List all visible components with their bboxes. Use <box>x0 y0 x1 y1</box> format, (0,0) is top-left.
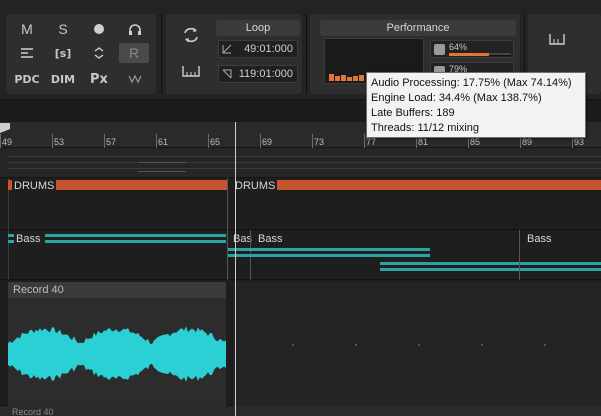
punch-icon[interactable] <box>176 62 206 80</box>
pdc-button[interactable]: PDC <box>12 70 42 88</box>
loop-end-icon <box>222 69 232 79</box>
ruler-label: 89 <box>522 137 533 147</box>
strip-line <box>8 162 601 163</box>
track-border <box>8 230 9 280</box>
next-track-header[interactable]: Record 40 <box>0 406 601 416</box>
ruler-tick <box>0 134 1 148</box>
tooltip-audio-processing: Audio Processing: 17.75% (Max 74.14%) <box>371 77 572 89</box>
headphones-icon[interactable] <box>120 20 150 38</box>
performance-title: Performance <box>320 20 516 36</box>
wave-icon[interactable] <box>120 70 150 88</box>
drums-clip-2-name: DRUMS <box>233 180 278 192</box>
toolbar-divider <box>161 14 162 94</box>
cpu-percent: 64% <box>449 42 468 52</box>
grid-dot <box>544 344 546 346</box>
grid-icon[interactable] <box>542 30 572 48</box>
solo-button[interactable]: S <box>48 20 78 38</box>
swap-icon[interactable] <box>84 44 114 62</box>
tooltip-threads: Threads: 11/12 mixing <box>371 122 480 134</box>
clip-boundary <box>519 230 520 280</box>
loop-end-value: 119:01:000 <box>238 68 293 80</box>
ruler-tick <box>208 134 209 148</box>
ruler-label: 57 <box>106 137 117 147</box>
drums-clip-1-name: DRUMS <box>12 180 57 192</box>
mute-button[interactable]: M <box>12 20 42 38</box>
loop-end-field[interactable]: 119:01:000 <box>218 65 298 83</box>
performance-graph-bar <box>329 74 334 81</box>
ruler-tick <box>312 134 313 148</box>
bass-clip-3-name[interactable]: Bass <box>258 233 282 245</box>
loop-title: Loop <box>216 20 300 36</box>
performance-tooltip: Audio Processing: 17.75% (Max 74.14%) En… <box>366 72 586 138</box>
clip-boundary <box>227 178 228 230</box>
performance-graph-bar <box>353 76 358 81</box>
loop-start-field[interactable]: 49:01:000 <box>218 40 298 58</box>
drag-handle[interactable] <box>138 162 186 172</box>
next-track-name: Record 40 <box>12 407 54 416</box>
record-arm-button[interactable]: R <box>119 43 149 63</box>
ruler-tick <box>364 134 365 148</box>
bass-clip-4-name[interactable]: Bass <box>527 233 551 245</box>
ruler-tick <box>260 134 261 148</box>
ruler-label: 77 <box>366 137 377 147</box>
waveform-shape <box>8 326 226 382</box>
bass-clip-1-marker <box>8 240 14 243</box>
drums-track[interactable]: DRUMS DRUMS <box>0 178 601 230</box>
grid-dot <box>481 344 483 346</box>
bass-note-line <box>380 268 601 271</box>
marker-strip[interactable] <box>0 148 601 178</box>
grid-dot <box>292 344 294 346</box>
performance-graph-bar <box>359 75 364 81</box>
performance-graph-bar <box>341 75 346 81</box>
cpu-icon <box>434 44 445 55</box>
fx-icon[interactable] <box>12 44 42 62</box>
ruler-label: 69 <box>262 137 273 147</box>
performance-graph-bar <box>335 76 340 81</box>
ruler-label: 93 <box>574 137 585 147</box>
ruler-label: 61 <box>158 137 169 147</box>
ruler-label: 65 <box>210 137 221 147</box>
cpu-meter[interactable]: 64% <box>430 40 514 58</box>
dim-button[interactable]: DIM <box>48 70 78 88</box>
loop-cycle-icon[interactable] <box>176 26 206 44</box>
px-button[interactable]: Px <box>84 70 114 88</box>
record-clip-header[interactable]: Record 40 <box>8 282 226 298</box>
bass-note-line <box>45 240 226 243</box>
toolbar-divider <box>306 14 307 94</box>
ruler-tick <box>52 134 53 148</box>
strip-line <box>8 168 601 169</box>
bass-clip-1-name[interactable]: Bass <box>16 233 40 245</box>
playhead-cursor[interactable] <box>235 122 236 416</box>
bass-track[interactable]: Bass Bas Bass Bass <box>0 230 601 280</box>
performance-graph-bar <box>347 77 352 81</box>
record-clip-body[interactable] <box>8 298 226 406</box>
bass-note-line <box>45 234 226 237</box>
ruler-label: 85 <box>470 137 481 147</box>
loop-start-value: 49:01:000 <box>244 43 293 55</box>
strip-line <box>8 156 601 157</box>
tooltip-late-buffers: Late Buffers: 189 <box>371 107 455 119</box>
bass-note-line <box>228 254 430 257</box>
ruler-tick <box>104 134 105 148</box>
drums-clip-2-header[interactable] <box>233 180 601 190</box>
audio-waveform <box>8 326 226 382</box>
ruler-label: 81 <box>418 137 429 147</box>
ruler-label: 53 <box>54 137 65 147</box>
cpu-meter-fill <box>449 53 489 56</box>
bass-note-line <box>228 248 430 251</box>
tooltip-engine-load: Engine Load: 34.4% (Max 138.7%) <box>371 92 542 104</box>
record-dot-icon[interactable] <box>84 20 114 38</box>
grid-dot <box>418 344 420 346</box>
grid-dot <box>355 344 357 346</box>
loop-start-icon <box>222 44 232 54</box>
stereo-button[interactable]: [s] <box>48 44 78 62</box>
bass-note-line <box>380 262 601 265</box>
bass-clip-1-marker <box>8 234 14 237</box>
ruler-label: 73 <box>314 137 325 147</box>
ruler-label: 49 <box>2 137 13 147</box>
ruler-tick <box>156 134 157 148</box>
